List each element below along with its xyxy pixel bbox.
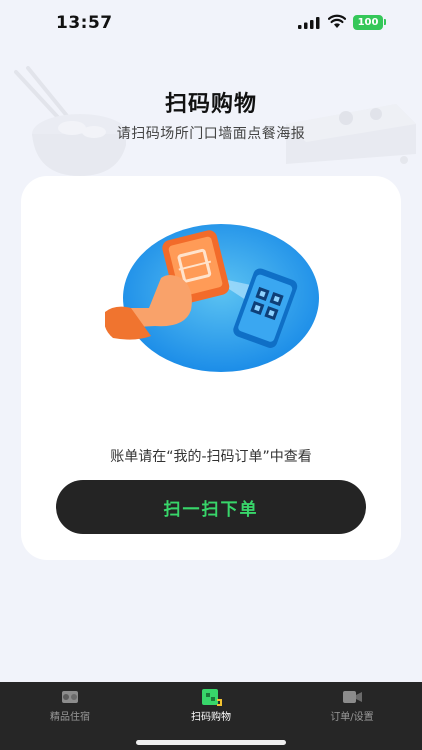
scan-card: 账单请在“我的-扫码订单”中查看 扫一扫下单 <box>21 176 401 560</box>
wifi-icon <box>328 14 346 28</box>
home-indicator <box>136 740 286 745</box>
signal-icon <box>298 17 320 29</box>
hotel-icon <box>62 691 78 703</box>
battery-icon: 100 <box>353 15 383 30</box>
page-subtitle: 请扫码场所门口墙面点餐海报 <box>116 126 306 142</box>
battery-tip <box>384 19 386 25</box>
tab-hotel[interactable]: 精品住宿 <box>0 682 140 732</box>
order-settings-icon <box>343 691 362 703</box>
status-time: 13:57 <box>56 13 113 33</box>
tab-order-settings[interactable]: 订单/设置 <box>282 682 422 732</box>
status-bar: 13:57 100 <box>0 0 422 46</box>
bill-hint-text: 账单请在“我的-扫码订单”中查看 <box>110 449 312 465</box>
tab-label-scan-shop: 扫码购物 <box>191 712 231 723</box>
tab-label-order-settings: 订单/设置 <box>330 712 374 723</box>
tab-scan-shop[interactable]: 扫码购物 <box>141 682 281 732</box>
scan-order-button[interactable]: 扫一扫下单 <box>56 480 366 534</box>
scan-shop-icon <box>202 689 222 706</box>
tab-label-hotel: 精品住宿 <box>50 712 90 723</box>
scan-qr-illustration <box>105 224 319 372</box>
food-bowl-decoration <box>14 66 126 176</box>
page-title: 扫码购物 <box>164 92 257 117</box>
